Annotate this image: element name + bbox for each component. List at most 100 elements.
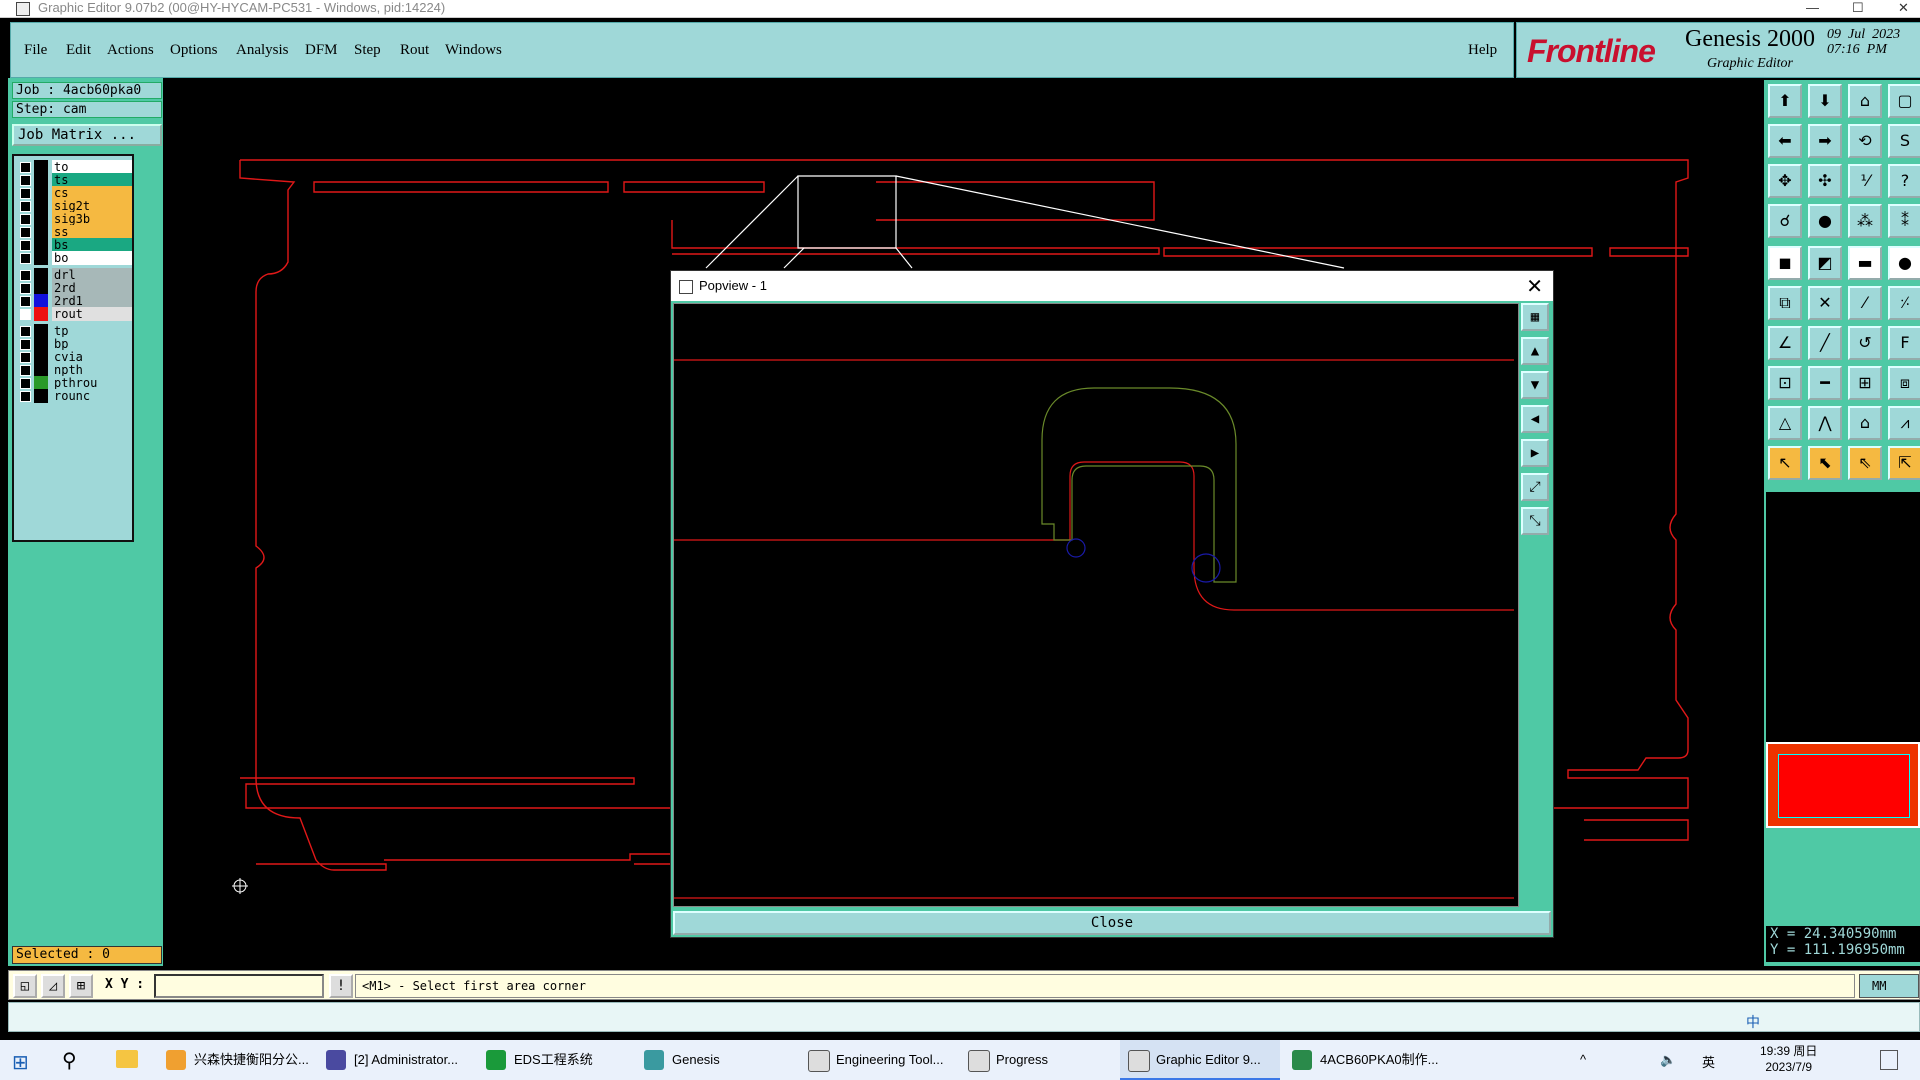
notification-icon[interactable] [1880,1050,1898,1070]
layer-name[interactable]: cs [52,186,132,200]
move-up-icon[interactable]: ⬆ [1768,84,1802,118]
layer-checkbox[interactable] [20,270,31,281]
layer-name[interactable]: pthrou [52,376,132,390]
select-net-icon[interactable]: ⇱ [1888,446,1920,480]
layer-color-swatch[interactable] [34,186,48,200]
task-item-2[interactable]: [2] Administrator... [318,1040,472,1080]
layer-color-swatch[interactable] [34,376,48,390]
popview-zoom-fit-icon[interactable]: ⤢ [1521,473,1549,501]
menu-analysis[interactable]: Analysis [236,42,289,59]
layer-checkbox[interactable] [20,240,31,251]
menu-file[interactable]: File [24,42,47,59]
layer-row-drl[interactable]: drl [18,268,132,282]
zoom-back-icon[interactable]: ⟲ [1848,124,1882,158]
layer-name[interactable]: sig3b [52,212,132,226]
close-window-button[interactable]: ✕ [1898,0,1909,16]
layer-checkbox[interactable] [20,391,31,402]
menu-windows[interactable]: Windows [445,42,502,59]
add-line-icon[interactable]: ━ [1808,366,1842,400]
layer-checkbox[interactable] [20,352,31,363]
layer-name[interactable]: 2rd1 [52,294,132,308]
layer-color-swatch[interactable] [34,199,48,213]
volume-icon[interactable]: 🔈 [1660,1052,1676,1068]
task-item-1[interactable]: 兴森快捷衡阳分公... [158,1040,318,1080]
menu-options[interactable]: Options [170,42,218,59]
feature-icon[interactable]: F [1888,326,1920,360]
search-icon[interactable]: ⚲ [62,1048,77,1073]
taskbar-clock[interactable]: 19:39 周日 2023/7/9 [1760,1043,1817,1075]
layer-color-swatch[interactable] [34,238,48,252]
layer-row-cvia[interactable]: cvia [18,350,132,364]
maximize-button[interactable]: ☐ [1852,0,1864,16]
layer-row-rounc[interactable]: rounc [18,389,132,403]
menu-actions[interactable]: Actions [107,42,154,59]
file-explorer-icon[interactable] [116,1050,138,1068]
triangle-icon[interactable]: △ [1768,406,1802,440]
menu-step[interactable]: Step [354,42,381,59]
layer-name[interactable]: to [52,160,132,174]
layer-name[interactable]: bo [52,251,132,265]
layer-checkbox[interactable] [20,326,31,337]
layer-row-bp[interactable]: bp [18,337,132,351]
fill-icon[interactable]: ◼ [1768,246,1802,280]
layer-name[interactable]: bp [52,337,132,351]
layer-checkbox[interactable] [20,296,31,307]
layer-row-to[interactable]: to [18,160,132,174]
task-item-6[interactable]: Progress [960,1040,1120,1080]
layer-name[interactable]: npth [52,363,132,377]
move-left-icon[interactable]: ⬅ [1768,124,1802,158]
layer-row-2rd1[interactable]: 2rd1 [18,294,132,308]
layer-name[interactable]: drl [52,268,132,282]
layer-name[interactable]: 2rd [52,281,132,295]
scale-1-2-icon[interactable]: ⅟ [1848,164,1882,198]
layer-row-cs[interactable]: cs [18,186,132,200]
line-node-icon[interactable]: ⁄ [1848,286,1882,320]
popview-close-icon[interactable]: ✕ [1526,274,1543,299]
add-pad-icon[interactable]: ⊡ [1768,366,1802,400]
window-icon[interactable]: ▢ [1888,84,1920,118]
task-item-3[interactable]: EDS工程系统 [478,1040,636,1080]
task-item-8[interactable]: 4ACB60PKA0制作... [1284,1040,1444,1080]
popview-pan-left-icon[interactable]: ◀ [1521,405,1549,433]
layer-color-swatch[interactable] [34,281,48,295]
move-down-icon[interactable]: ⬇ [1808,84,1842,118]
popview-pan-down-icon[interactable]: ▼ [1521,371,1549,399]
popview-canvas[interactable] [673,303,1519,907]
polygon-icon[interactable]: ◩ [1808,246,1842,280]
layer-checkbox[interactable] [20,175,31,186]
pad-icon[interactable]: ● [1888,246,1920,280]
select-pointer-icon[interactable]: ↖ [1768,446,1802,480]
layer-row-pthrou[interactable]: pthrou [18,376,132,390]
popview-close-button[interactable]: Close [673,911,1551,935]
layer-checkbox[interactable] [20,365,31,376]
layer-color-swatch[interactable] [34,324,48,338]
arch-icon[interactable]: ⌂ [1848,406,1882,440]
layer-name[interactable]: bs [52,238,132,252]
layer-name[interactable]: sig2t [52,199,132,213]
layer-row-sig3b[interactable]: sig3b [18,212,132,226]
layer-color-swatch[interactable] [34,294,48,308]
layer-checkbox[interactable] [20,283,31,294]
layer-row-rout[interactable]: rout [18,307,132,321]
layer-checkbox[interactable] [20,188,31,199]
layer-checkbox[interactable] [20,227,31,238]
layer-name[interactable]: ss [52,225,132,239]
layer-color-swatch[interactable] [34,173,48,187]
layer-name[interactable]: rounc [52,389,132,403]
layer-color-swatch[interactable] [34,337,48,351]
exclamation-button[interactable]: ! [329,974,353,998]
connect-icon[interactable]: ⧉ [1768,286,1802,320]
mode-line-icon[interactable]: ◱ [13,974,37,998]
zoom-home-icon[interactable]: ✥ [1768,164,1802,198]
query-icon[interactable]: ? [1888,164,1920,198]
move-right-icon[interactable]: ➡ [1808,124,1842,158]
layer-checkbox[interactable] [20,253,31,264]
add-surface-icon[interactable]: ⧈ [1888,366,1920,400]
peak-icon[interactable]: ⋀ [1808,406,1842,440]
popview-pan-up-icon[interactable]: ▲ [1521,337,1549,365]
task-item-5[interactable]: Engineering Tool... [800,1040,960,1080]
layer-row-sig2t[interactable]: sig2t [18,199,132,213]
layer-checkbox[interactable] [20,201,31,212]
menu-rout[interactable]: Rout [400,42,429,59]
layer-name[interactable]: ts [52,173,132,187]
